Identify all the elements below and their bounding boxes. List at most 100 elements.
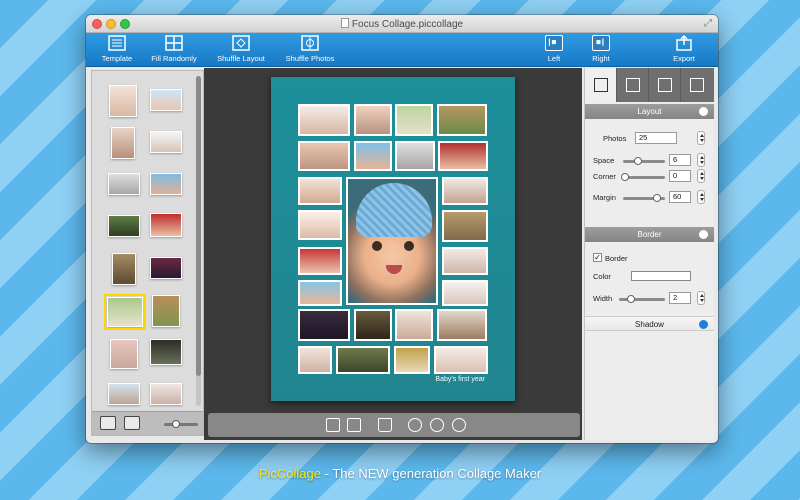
photos-stepper[interactable] <box>697 131 705 145</box>
collage-photo[interactable] <box>354 141 392 171</box>
photo-thumbnail-selected[interactable] <box>104 294 146 330</box>
photo-thumbnail[interactable] <box>111 127 135 159</box>
photo-thumbnail[interactable] <box>108 173 140 195</box>
tab-clear[interactable] <box>681 68 713 102</box>
space-field[interactable]: 6 <box>669 154 691 166</box>
shuffle-layout-icon <box>232 35 250 51</box>
photo-thumbnail[interactable] <box>150 383 182 405</box>
shuffle-photos-button[interactable]: Shuffle Photos <box>274 35 346 63</box>
collage-photo[interactable] <box>395 309 433 341</box>
collage-photo[interactable] <box>437 104 487 136</box>
split-horizontal-icon[interactable] <box>326 418 340 432</box>
photo-thumbnail[interactable] <box>108 383 140 405</box>
layout-section-header[interactable]: Layout <box>585 104 714 119</box>
rotate-right-icon[interactable] <box>452 418 466 432</box>
collage-photo[interactable] <box>442 280 488 306</box>
collapse-layout-icon[interactable] <box>699 107 708 116</box>
collage-photo[interactable] <box>298 141 350 171</box>
slider-knob[interactable] <box>172 420 180 428</box>
border-color-well[interactable] <box>631 271 691 281</box>
photo-thumbnail[interactable] <box>109 85 137 117</box>
collage-photo[interactable] <box>298 346 332 374</box>
trash-icon[interactable] <box>378 418 392 432</box>
collage-photo[interactable] <box>336 346 390 374</box>
slider-knob[interactable] <box>621 173 629 181</box>
space-stepper[interactable] <box>697 153 705 167</box>
flip-icon[interactable] <box>430 418 444 432</box>
corner-stepper[interactable] <box>697 169 705 183</box>
collage-photo[interactable] <box>298 247 342 275</box>
slider-knob[interactable] <box>627 295 635 303</box>
collage-photo[interactable] <box>394 346 430 374</box>
thumbnail-size-slider[interactable] <box>164 420 198 428</box>
margin-slider[interactable] <box>623 194 665 202</box>
border-checkbox-label: Border <box>605 254 628 263</box>
collage-focus-photo[interactable] <box>346 177 438 305</box>
shadow-section-header[interactable]: Shadow <box>585 316 714 331</box>
fullscreen-icon[interactable]: ⤢ <box>704 18 712 29</box>
collage-photo[interactable] <box>298 104 350 136</box>
collage-photo[interactable] <box>438 141 488 171</box>
export-button[interactable]: Export <box>648 35 718 63</box>
tab-layout[interactable] <box>585 68 617 102</box>
collage-photo[interactable] <box>395 141 435 171</box>
photo-thumbnail[interactable] <box>150 213 182 237</box>
collage-photo[interactable] <box>354 104 392 136</box>
split-vertical-icon[interactable] <box>347 418 361 432</box>
expand-shadow-icon[interactable] <box>699 320 708 329</box>
slider-knob[interactable] <box>653 194 661 202</box>
corner-slider[interactable] <box>621 173 665 181</box>
collage-photo[interactable] <box>298 177 342 205</box>
photo-thumbnail[interactable] <box>150 339 182 365</box>
remove-photo-icon[interactable] <box>124 416 140 430</box>
photo-thumbnail[interactable] <box>150 257 182 279</box>
photo-browser-scrollbar[interactable] <box>196 76 201 406</box>
photo-thumbnail[interactable] <box>112 253 136 285</box>
corner-field[interactable]: 0 <box>669 170 691 182</box>
shuffle-layout-button[interactable]: Shuffle Layout <box>205 35 277 63</box>
photo-thumbnail[interactable] <box>110 339 138 369</box>
collage-photo[interactable] <box>442 247 488 275</box>
margin-label: Margin <box>593 193 616 202</box>
collage-photo[interactable] <box>298 210 342 240</box>
tagline: PicCollage - The NEW generation Collage … <box>0 466 800 481</box>
collage-photo[interactable] <box>395 104 433 136</box>
photo-thumbnail[interactable] <box>150 89 182 111</box>
collage-photo[interactable] <box>437 309 487 341</box>
slider-knob[interactable] <box>634 157 642 165</box>
border-section-header[interactable]: Border <box>585 227 714 242</box>
tab-background[interactable] <box>617 68 649 102</box>
photo-thumbnail[interactable] <box>108 215 140 237</box>
photo-thumbnail[interactable] <box>150 173 182 195</box>
collage-photo[interactable] <box>434 346 488 374</box>
inspector-tabs <box>585 68 714 102</box>
collage-photo[interactable] <box>298 309 350 341</box>
space-label: Space <box>593 156 615 165</box>
add-photo-icon[interactable] <box>100 416 116 430</box>
rotate-icon[interactable] <box>408 418 422 432</box>
border-checkbox[interactable]: ✓ <box>593 253 602 262</box>
photos-count-field[interactable]: 25 <box>635 132 677 144</box>
collage-caption[interactable]: Baby's first year <box>435 376 485 383</box>
align-right-button[interactable]: Right <box>565 35 637 63</box>
fill-randomly-button[interactable]: Fill Randomly <box>138 35 210 63</box>
collage-poster[interactable]: Baby's first year <box>271 77 515 401</box>
photo-thumbnail[interactable] <box>152 295 180 327</box>
border-width-stepper[interactable] <box>697 291 705 305</box>
layout-icon <box>594 78 608 92</box>
collage-photo[interactable] <box>354 309 392 341</box>
background-pattern-icon <box>626 78 640 92</box>
tab-text[interactable] <box>649 68 681 102</box>
collage-photo[interactable] <box>442 177 488 205</box>
photo-thumbnail[interactable] <box>150 131 182 153</box>
space-slider[interactable] <box>623 157 665 165</box>
collage-photo[interactable] <box>298 280 342 306</box>
border-width-field[interactable]: 2 <box>669 292 691 304</box>
margin-stepper[interactable] <box>697 190 705 204</box>
collage-photo[interactable] <box>442 210 488 242</box>
margin-field[interactable]: 60 <box>669 191 691 203</box>
border-width-slider[interactable] <box>619 295 665 303</box>
collapse-border-icon[interactable] <box>699 230 708 239</box>
scrollbar-thumb[interactable] <box>196 76 201 376</box>
inspector-panel: Layout Photos 25 Space 6 Corner 0 Margin… <box>584 68 714 440</box>
